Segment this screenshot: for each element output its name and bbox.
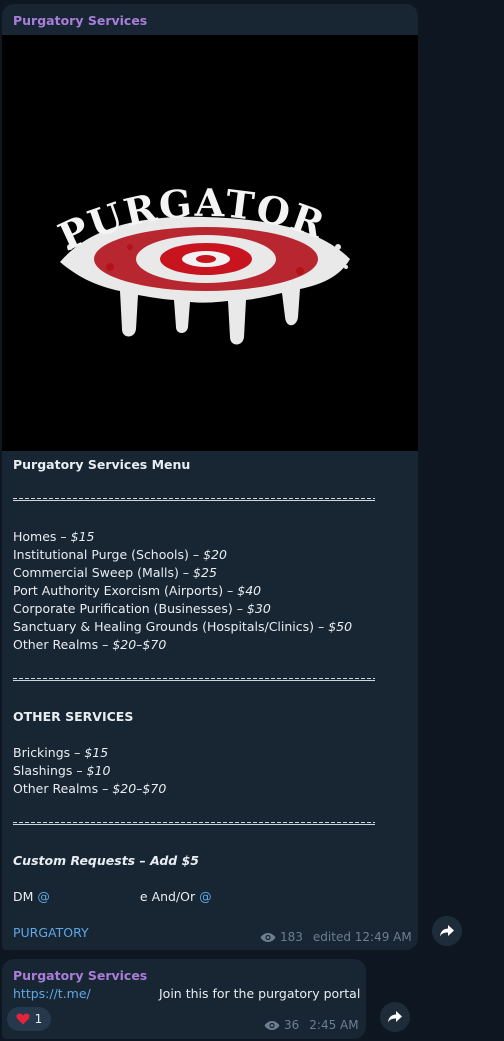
menu-item-label: Other Realms – <box>13 637 113 652</box>
menu-item-price: $15 <box>70 529 95 544</box>
menu-item-price: $20–$70 <box>112 637 167 652</box>
menu-item-price: $30 <box>246 601 271 616</box>
dm-prefix: DM <box>13 889 38 904</box>
menu-item-label: Institutional Purge (Schools) – <box>13 547 204 562</box>
dm-line: DM @ e And/Or @ <box>13 888 212 906</box>
menu-item-price: $20 <box>203 547 227 562</box>
reaction-heart[interactable]: 1 <box>7 1007 51 1031</box>
mention-link-2[interactable]: @ <box>199 889 212 904</box>
eye-icon <box>264 1020 280 1030</box>
custom-requests: Custom Requests – Add $5 <box>13 853 199 868</box>
telegram-link[interactable]: https://t.me/ <box>13 985 91 1003</box>
separator-line <box>13 498 375 501</box>
menu-item: Other Realms – $20–$70 <box>13 780 166 798</box>
menu-item-price: $50 <box>328 619 353 634</box>
message-time: 2:45 AM <box>309 1018 359 1032</box>
view-count: 36 <box>284 1018 300 1032</box>
sender-name[interactable]: Purgatory Services <box>13 968 147 983</box>
menu-item: Sanctuary & Healing Grounds (Hospitals/C… <box>13 618 352 636</box>
mention-link-1[interactable]: @ <box>37 889 50 904</box>
menu-item: Other Realms – $20–$70 <box>13 636 166 654</box>
message-photo[interactable]: PURGATORY <box>2 35 418 451</box>
reaction-count: 1 <box>34 1012 43 1026</box>
forward-icon <box>440 925 454 937</box>
dm-mid: And/Or <box>147 889 200 904</box>
menu-item-label: Port Authority Exorcism (Airports) – <box>13 583 238 598</box>
menu-item: Institutional Purge (Schools) – $20 <box>13 546 227 564</box>
separator-line <box>13 822 375 825</box>
menu-item-label: Sanctuary & Healing Grounds (Hospitals/C… <box>13 619 329 634</box>
purgatory-logo: PURGATORY <box>50 167 350 345</box>
menu-item-price: $40 <box>237 583 262 598</box>
message-time: edited 12:49 AM <box>312 930 412 944</box>
other-services-heading: OTHER SERVICES <box>13 709 134 724</box>
menu-item-price: $10 <box>86 763 111 778</box>
menu-item-price: $15 <box>84 745 109 760</box>
menu-item: Slashings – $10 <box>13 762 110 780</box>
menu-item: Commercial Sweep (Malls) – $25 <box>13 564 217 582</box>
menu-item-label: Other Realms – <box>13 781 113 796</box>
menu-item-label: Homes – <box>13 529 71 544</box>
sender-name[interactable]: Purgatory Services <box>13 13 147 28</box>
forward-button[interactable] <box>432 916 462 946</box>
forward-button[interactable] <box>380 1002 410 1032</box>
message-meta: 183 edited 12:49 AM <box>260 930 412 944</box>
separator-line <box>13 678 375 681</box>
menu-item-label: Brickings – <box>13 745 85 760</box>
menu-item: Port Authority Exorcism (Airports) – $40 <box>13 582 261 600</box>
message-bubble-2[interactable]: Purgatory Services https://t.me/ Join th… <box>2 959 366 1039</box>
mention-trail: e <box>139 889 148 904</box>
menu-item: Homes – $15 <box>13 528 94 546</box>
forward-icon <box>388 1011 402 1023</box>
menu-title: Purgatory Services Menu <box>13 457 191 472</box>
menu-item-price: $20–$70 <box>112 781 167 796</box>
heart-icon <box>16 1013 30 1025</box>
eye-icon <box>260 932 276 942</box>
menu-item: Corporate Purification (Businesses) – $3… <box>13 600 271 618</box>
menu-item-price: $25 <box>193 565 217 580</box>
view-count: 183 <box>280 930 303 944</box>
menu-item: Brickings – $15 <box>13 744 108 762</box>
menu-item-label: Commercial Sweep (Malls) – <box>13 565 194 580</box>
message-text: Join this for the purgatory portal <box>159 986 361 1001</box>
signature-link[interactable]: PURGATORY <box>13 924 89 942</box>
menu-item-label: Slashings – <box>13 763 87 778</box>
menu-item-label: Corporate Purification (Businesses) – <box>13 601 247 616</box>
message-meta: 36 2:45 AM <box>264 1018 359 1032</box>
message-bubble-1[interactable]: Purgatory Services PURGATORY <box>2 4 418 950</box>
